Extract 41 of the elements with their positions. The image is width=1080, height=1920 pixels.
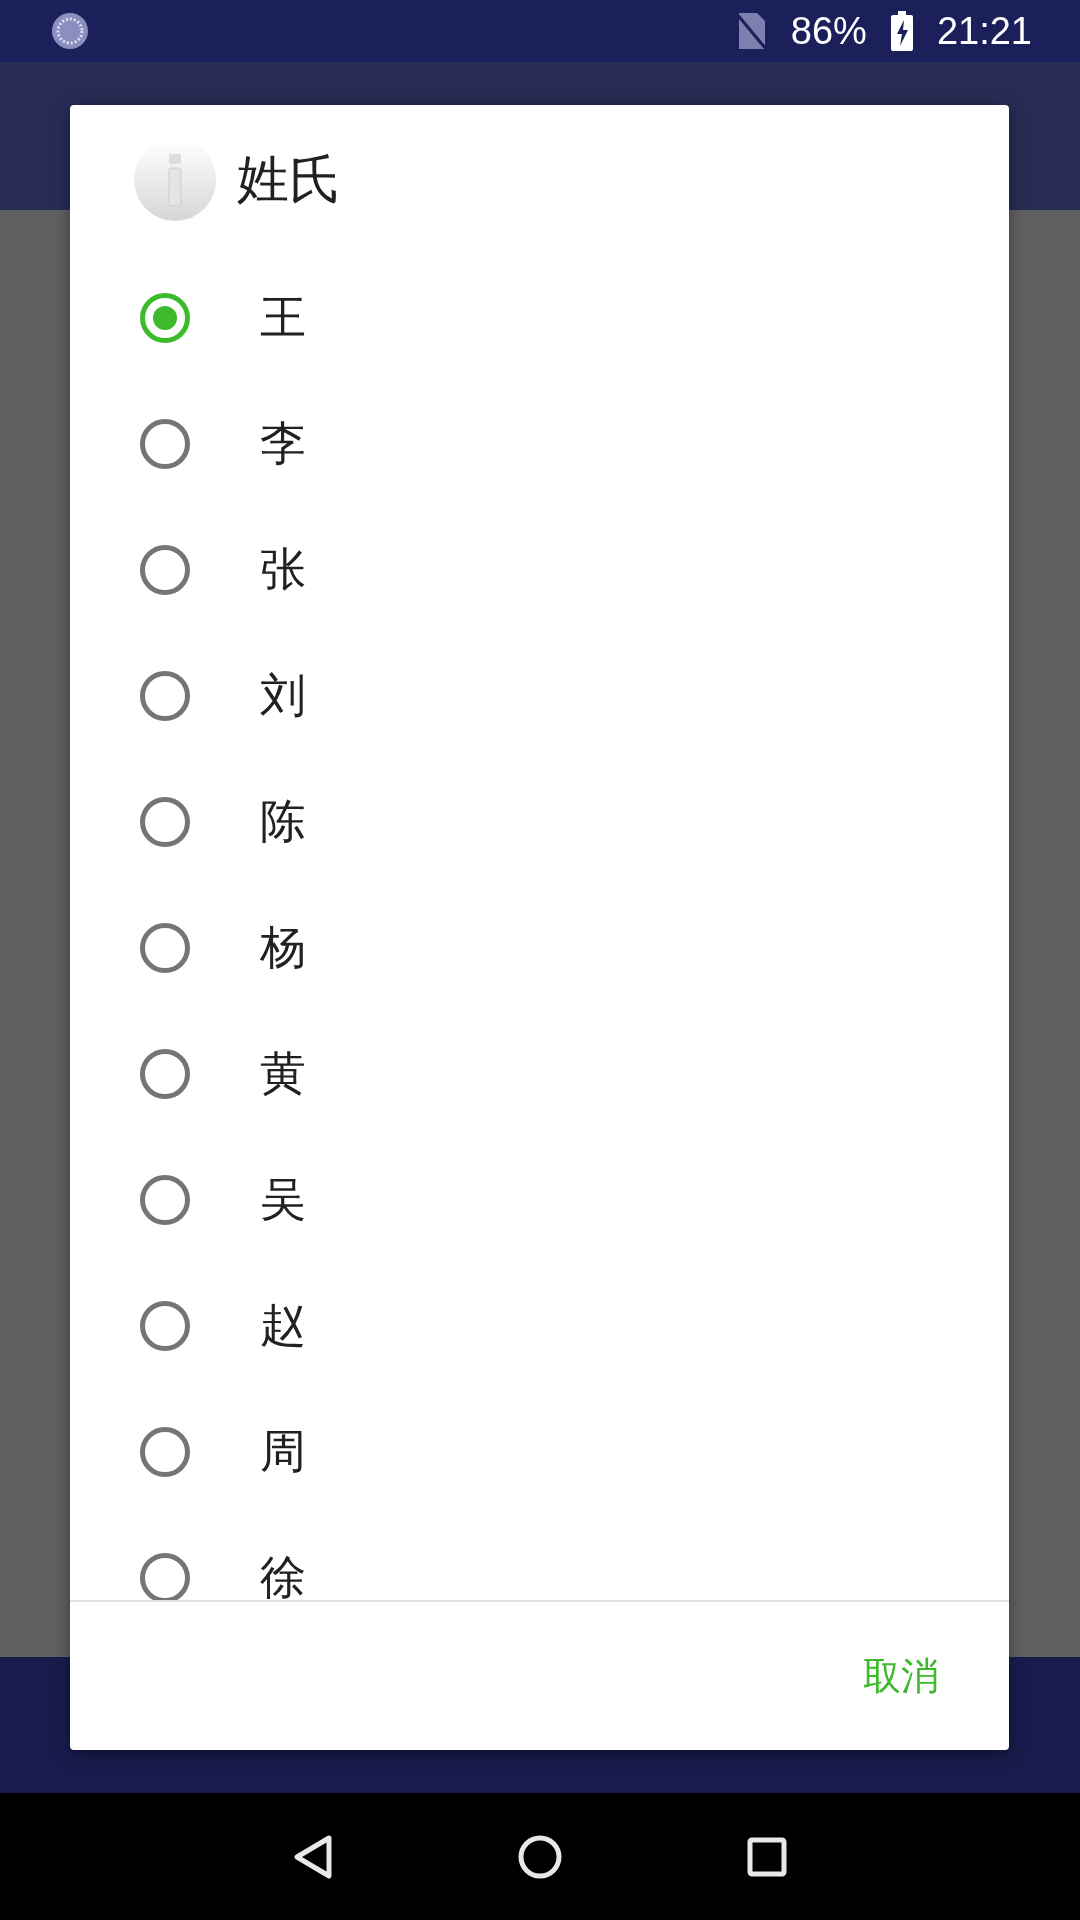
option-label: 周 <box>260 1423 306 1480</box>
option-label: 陈 <box>260 793 306 850</box>
option-label: 赵 <box>260 1297 306 1354</box>
radio-button[interactable] <box>140 923 190 973</box>
clock: 21:21 <box>936 9 1032 53</box>
option-label: 李 <box>260 415 306 472</box>
radio-button[interactable] <box>140 1175 190 1225</box>
option-item[interactable]: 赵 <box>70 1263 1009 1389</box>
battery-percent: 86% <box>790 9 867 53</box>
option-item[interactable]: 周 <box>70 1389 1009 1515</box>
recents-icon[interactable] <box>747 1836 788 1877</box>
option-item[interactable]: 杨 <box>70 885 1009 1011</box>
option-label: 刘 <box>260 667 306 724</box>
option-label: 王 <box>260 289 306 346</box>
option-label: 吴 <box>260 1171 306 1228</box>
radio-button[interactable] <box>140 1553 190 1600</box>
option-item[interactable]: 徐 <box>70 1515 1009 1600</box>
home-icon[interactable] <box>518 1834 562 1879</box>
option-item[interactable]: 张 <box>70 507 1009 633</box>
radio-button[interactable] <box>140 545 190 595</box>
radio-button[interactable] <box>140 797 190 847</box>
radio-button[interactable] <box>140 1301 190 1351</box>
option-item[interactable]: 王 <box>70 255 1009 381</box>
sync-icon <box>50 11 90 51</box>
option-label: 徐 <box>260 1549 306 1600</box>
option-label: 黄 <box>260 1045 306 1102</box>
battery-charging-icon <box>890 11 913 51</box>
radio-button[interactable] <box>140 293 190 343</box>
radio-button[interactable] <box>140 1427 190 1477</box>
option-item[interactable]: 陈 <box>70 759 1009 885</box>
option-label: 张 <box>260 541 306 598</box>
radio-button[interactable] <box>140 419 190 469</box>
option-item[interactable]: 李 <box>70 381 1009 507</box>
option-item[interactable]: 吴 <box>70 1137 1009 1263</box>
radio-button[interactable] <box>140 1049 190 1099</box>
radio-button[interactable] <box>140 671 190 721</box>
option-item[interactable]: 黄 <box>70 1011 1009 1137</box>
back-icon[interactable] <box>292 1834 333 1879</box>
option-item[interactable]: 刘 <box>70 633 1009 759</box>
dialog-title: 姓氏 <box>237 148 341 211</box>
option-label: 杨 <box>260 919 306 976</box>
